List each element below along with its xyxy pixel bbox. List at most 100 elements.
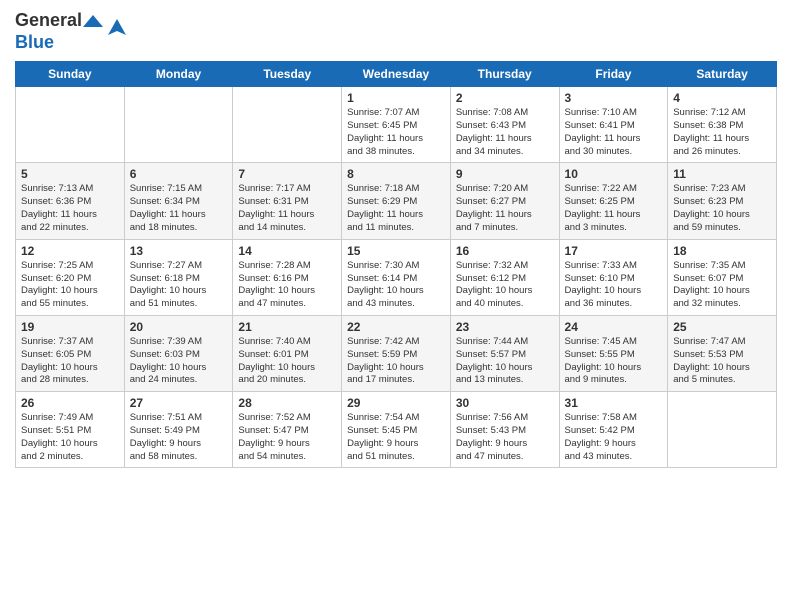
day-number: 2 bbox=[456, 91, 554, 105]
calendar-week-row: 1 Sunrise: 7:07 AM Sunset: 6:45 PM Daylig… bbox=[16, 87, 777, 163]
calendar-cell: 25 Sunrise: 7:47 AM Sunset: 5:53 PM Dayli… bbox=[668, 315, 777, 391]
day-info: Sunrise: 7:30 AM Sunset: 6:14 PM Dayligh… bbox=[347, 260, 445, 311]
day-number: 28 bbox=[238, 396, 336, 410]
calendar-cell bbox=[124, 87, 233, 163]
calendar-day-header: Sunday bbox=[16, 62, 125, 87]
calendar-week-row: 19Sunrise: 7:37 AM Sunset: 6:05 PM Dayli… bbox=[16, 315, 777, 391]
calendar-cell: 10 Sunrise: 7:22 AM Sunset: 6:25 PM Dayli… bbox=[559, 163, 668, 239]
day-info: Sunrise: 7:08 AM Sunset: 6:43 PM Dayligh… bbox=[456, 107, 554, 158]
day-info: Sunrise: 7:56 AM Sunset: 5:43 PM Dayligh… bbox=[456, 412, 554, 463]
calendar-cell bbox=[668, 392, 777, 468]
calendar-cell bbox=[233, 87, 342, 163]
day-number: 6 bbox=[130, 167, 228, 181]
page-container: GeneralBlue SundayMondayTuesdayWednesday… bbox=[0, 0, 792, 478]
calendar-day-header: Thursday bbox=[450, 62, 559, 87]
day-info: Sunrise: 7:17 AM Sunset: 6:31 PM Dayligh… bbox=[238, 183, 336, 234]
day-info: Sunrise: 7:22 AM Sunset: 6:25 PM Dayligh… bbox=[565, 183, 663, 234]
day-info: Sunrise: 7:23 AM Sunset: 6:23 PM Dayligh… bbox=[673, 183, 771, 234]
day-number: 15 bbox=[347, 244, 445, 258]
day-info: Sunrise: 7:18 AM Sunset: 6:29 PM Dayligh… bbox=[347, 183, 445, 234]
day-number: 8 bbox=[347, 167, 445, 181]
calendar-cell: 18 Sunrise: 7:35 AM Sunset: 6:07 PM Dayli… bbox=[668, 239, 777, 315]
day-number: 1 bbox=[347, 91, 445, 105]
calendar-cell: 15 Sunrise: 7:30 AM Sunset: 6:14 PM Dayli… bbox=[342, 239, 451, 315]
day-number: 18 bbox=[673, 244, 771, 258]
day-info: Sunrise: 7:07 AM Sunset: 6:45 PM Dayligh… bbox=[347, 107, 445, 158]
calendar-cell: 6 Sunrise: 7:15 AM Sunset: 6:34 PM Daylig… bbox=[124, 163, 233, 239]
calendar-cell: 27 Sunrise: 7:51 AM Sunset: 5:49 PM Dayli… bbox=[124, 392, 233, 468]
day-number: 11 bbox=[673, 167, 771, 181]
calendar-cell: 24 Sunrise: 7:45 AM Sunset: 5:55 PM Dayli… bbox=[559, 315, 668, 391]
calendar-cell: 30 Sunrise: 7:56 AM Sunset: 5:43 PM Dayli… bbox=[450, 392, 559, 468]
day-number: 29 bbox=[347, 396, 445, 410]
calendar-cell: 23 Sunrise: 7:44 AM Sunset: 5:57 PM Dayli… bbox=[450, 315, 559, 391]
day-number: 30 bbox=[456, 396, 554, 410]
calendar-cell: 14 Sunrise: 7:28 AM Sunset: 6:16 PM Dayli… bbox=[233, 239, 342, 315]
day-number: 12 bbox=[21, 244, 119, 258]
calendar-cell: 3Sunrise: 7:10 AM Sunset: 6:41 PM Daylig… bbox=[559, 87, 668, 163]
day-number: 21 bbox=[238, 320, 336, 334]
day-info: Sunrise: 7:27 AM Sunset: 6:18 PM Dayligh… bbox=[130, 260, 228, 311]
day-info: Sunrise: 7:13 AM Sunset: 6:36 PM Dayligh… bbox=[21, 183, 119, 234]
calendar-cell: 26 Sunrise: 7:49 AM Sunset: 5:51 PM Dayli… bbox=[16, 392, 125, 468]
calendar-cell: 2 Sunrise: 7:08 AM Sunset: 6:43 PM Daylig… bbox=[450, 87, 559, 163]
calendar-cell: 22 Sunrise: 7:42 AM Sunset: 5:59 PM Dayli… bbox=[342, 315, 451, 391]
day-number: 13 bbox=[130, 244, 228, 258]
day-info: Sunrise: 7:42 AM Sunset: 5:59 PM Dayligh… bbox=[347, 336, 445, 387]
calendar-cell: 8 Sunrise: 7:18 AM Sunset: 6:29 PM Daylig… bbox=[342, 163, 451, 239]
day-info: Sunrise: 7:33 AM Sunset: 6:10 PM Dayligh… bbox=[565, 260, 663, 311]
day-info: Sunrise: 7:15 AM Sunset: 6:34 PM Dayligh… bbox=[130, 183, 228, 234]
logo: GeneralBlue bbox=[15, 10, 128, 53]
day-info: Sunrise: 7:44 AM Sunset: 5:57 PM Dayligh… bbox=[456, 336, 554, 387]
day-number: 24 bbox=[565, 320, 663, 334]
day-number: 26 bbox=[21, 396, 119, 410]
day-number: 17 bbox=[565, 244, 663, 258]
calendar-cell: 16 Sunrise: 7:32 AM Sunset: 6:12 PM Dayli… bbox=[450, 239, 559, 315]
calendar-cell: 11 Sunrise: 7:23 AM Sunset: 6:23 PM Dayli… bbox=[668, 163, 777, 239]
day-info: Sunrise: 7:20 AM Sunset: 6:27 PM Dayligh… bbox=[456, 183, 554, 234]
day-number: 14 bbox=[238, 244, 336, 258]
day-info: Sunrise: 7:32 AM Sunset: 6:12 PM Dayligh… bbox=[456, 260, 554, 311]
calendar-header-row: SundayMondayTuesdayWednesdayThursdayFrid… bbox=[16, 62, 777, 87]
day-info: Sunrise: 7:52 AM Sunset: 5:47 PM Dayligh… bbox=[238, 412, 336, 463]
day-number: 23 bbox=[456, 320, 554, 334]
day-info: Sunrise: 7:51 AM Sunset: 5:49 PM Dayligh… bbox=[130, 412, 228, 463]
calendar-day-header: Saturday bbox=[668, 62, 777, 87]
calendar-day-header: Wednesday bbox=[342, 62, 451, 87]
calendar-table: SundayMondayTuesdayWednesdayThursdayFrid… bbox=[15, 61, 777, 468]
day-info: Sunrise: 7:10 AM Sunset: 6:41 PM Dayligh… bbox=[565, 107, 663, 158]
calendar-week-row: 12 Sunrise: 7:25 AM Sunset: 6:20 PM Dayli… bbox=[16, 239, 777, 315]
calendar-cell: 28 Sunrise: 7:52 AM Sunset: 5:47 PM Dayli… bbox=[233, 392, 342, 468]
day-info: Sunrise: 7:25 AM Sunset: 6:20 PM Dayligh… bbox=[21, 260, 119, 311]
day-info: Sunrise: 7:54 AM Sunset: 5:45 PM Dayligh… bbox=[347, 412, 445, 463]
day-info: Sunrise: 7:12 AM Sunset: 6:38 PM Dayligh… bbox=[673, 107, 771, 158]
calendar-cell: 9 Sunrise: 7:20 AM Sunset: 6:27 PM Daylig… bbox=[450, 163, 559, 239]
day-number: 16 bbox=[456, 244, 554, 258]
calendar-day-header: Monday bbox=[124, 62, 233, 87]
day-info: Sunrise: 7:39 AM Sunset: 6:03 PM Dayligh… bbox=[130, 336, 228, 387]
logo-icon bbox=[106, 17, 128, 39]
day-info: Sunrise: 7:47 AM Sunset: 5:53 PM Dayligh… bbox=[673, 336, 771, 387]
calendar-cell: 1 Sunrise: 7:07 AM Sunset: 6:45 PM Daylig… bbox=[342, 87, 451, 163]
calendar-cell: 13 Sunrise: 7:27 AM Sunset: 6:18 PM Dayli… bbox=[124, 239, 233, 315]
calendar-cell: 29 Sunrise: 7:54 AM Sunset: 5:45 PM Dayli… bbox=[342, 392, 451, 468]
calendar-cell: 7 Sunrise: 7:17 AM Sunset: 6:31 PM Daylig… bbox=[233, 163, 342, 239]
day-number: 5 bbox=[21, 167, 119, 181]
day-number: 7 bbox=[238, 167, 336, 181]
day-number: 9 bbox=[456, 167, 554, 181]
calendar-cell: 20Sunrise: 7:39 AM Sunset: 6:03 PM Dayli… bbox=[124, 315, 233, 391]
day-info: Sunrise: 7:28 AM Sunset: 6:16 PM Dayligh… bbox=[238, 260, 336, 311]
calendar-day-header: Tuesday bbox=[233, 62, 342, 87]
day-number: 22 bbox=[347, 320, 445, 334]
day-info: Sunrise: 7:35 AM Sunset: 6:07 PM Dayligh… bbox=[673, 260, 771, 311]
day-number: 27 bbox=[130, 396, 228, 410]
calendar-cell: 17 Sunrise: 7:33 AM Sunset: 6:10 PM Dayli… bbox=[559, 239, 668, 315]
calendar-cell: 5 Sunrise: 7:13 AM Sunset: 6:36 PM Daylig… bbox=[16, 163, 125, 239]
day-info: Sunrise: 7:45 AM Sunset: 5:55 PM Dayligh… bbox=[565, 336, 663, 387]
day-info: Sunrise: 7:49 AM Sunset: 5:51 PM Dayligh… bbox=[21, 412, 119, 463]
calendar-cell: 21Sunrise: 7:40 AM Sunset: 6:01 PM Dayli… bbox=[233, 315, 342, 391]
calendar-week-row: 26 Sunrise: 7:49 AM Sunset: 5:51 PM Dayli… bbox=[16, 392, 777, 468]
day-number: 25 bbox=[673, 320, 771, 334]
logo-text: GeneralBlue bbox=[15, 10, 103, 53]
day-number: 10 bbox=[565, 167, 663, 181]
